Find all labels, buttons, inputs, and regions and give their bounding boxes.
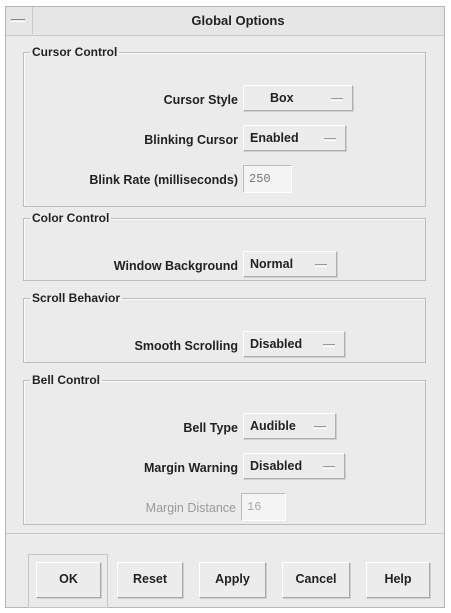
cursor-control-group: Cursor Control Cursor Style Box Blinking…	[23, 45, 426, 207]
apply-button[interactable]: Apply	[199, 562, 266, 598]
title-bar: Global Options	[6, 7, 444, 36]
cursor-style-label: Cursor Style	[163, 93, 238, 107]
bell-type-menu[interactable]: Audible	[243, 413, 336, 439]
blinking-cursor-value: Enabled	[250, 131, 299, 145]
cursor-style-menu[interactable]: Box	[243, 85, 353, 111]
margin-distance-row: Margin Distance	[24, 495, 236, 523]
option-menu-indicator-icon	[315, 264, 327, 267]
margin-distance-input: 16	[241, 493, 286, 521]
window-menu-icon	[11, 19, 25, 22]
margin-warning-label: Margin Warning	[144, 461, 238, 475]
window-background-menu[interactable]: Normal	[243, 251, 337, 277]
option-menu-indicator-icon	[324, 138, 336, 141]
color-control-group: Color Control Window Background Normal	[23, 211, 426, 281]
margin-distance-label: Margin Distance	[145, 501, 236, 515]
help-button[interactable]: Help	[366, 562, 430, 598]
option-menu-indicator-icon	[314, 426, 326, 429]
bell-type-row: Bell Type	[24, 415, 238, 443]
bell-control-group: Bell Control Bell Type Audible Margin Wa…	[23, 373, 426, 525]
scroll-behavior-legend: Scroll Behavior	[32, 291, 121, 305]
option-menu-indicator-icon	[331, 98, 343, 101]
smooth-scrolling-menu[interactable]: Disabled	[243, 331, 345, 357]
scroll-behavior-group: Scroll Behavior Smooth Scrolling Disable…	[23, 291, 426, 363]
cancel-button[interactable]: Cancel	[282, 562, 350, 598]
smooth-scrolling-row: Smooth Scrolling	[24, 333, 238, 361]
cursor-control-legend: Cursor Control	[32, 45, 118, 59]
ok-button[interactable]: OK	[36, 562, 101, 598]
margin-warning-row: Margin Warning	[24, 455, 238, 483]
smooth-scrolling-value: Disabled	[250, 337, 303, 351]
bell-type-label: Bell Type	[183, 421, 238, 435]
margin-warning-menu[interactable]: Disabled	[243, 453, 345, 479]
window-title: Global Options	[191, 13, 285, 28]
window-background-label: Window Background	[113, 259, 238, 273]
blink-rate-label: Blink Rate (milliseconds)	[89, 173, 238, 187]
window-menu-button[interactable]	[6, 7, 33, 34]
option-menu-indicator-icon	[323, 344, 335, 347]
bell-control-legend: Bell Control	[32, 373, 100, 387]
blinking-cursor-label: Blinking Cursor	[144, 133, 238, 147]
smooth-scrolling-label: Smooth Scrolling	[134, 339, 238, 353]
color-control-legend: Color Control	[32, 211, 110, 225]
blink-rate-input[interactable]: 250	[243, 165, 292, 193]
dialog-button-bar: OK Reset Apply Cancel Help	[6, 533, 444, 609]
blinking-cursor-row: Blinking Cursor	[24, 127, 238, 155]
bell-type-value: Audible	[250, 419, 296, 433]
cursor-style-value: Box	[270, 91, 294, 105]
window-background-row: Window Background	[24, 253, 238, 281]
blink-rate-row: Blink Rate (milliseconds)	[24, 167, 238, 195]
blinking-cursor-menu[interactable]: Enabled	[243, 125, 346, 151]
margin-warning-value: Disabled	[250, 459, 303, 473]
cursor-style-row: Cursor Style	[24, 87, 238, 115]
global-options-dialog: Global Options Cursor Control Cursor Sty…	[5, 6, 445, 608]
window-background-value: Normal	[250, 257, 294, 271]
reset-button[interactable]: Reset	[117, 562, 183, 598]
option-menu-indicator-icon	[323, 466, 335, 469]
